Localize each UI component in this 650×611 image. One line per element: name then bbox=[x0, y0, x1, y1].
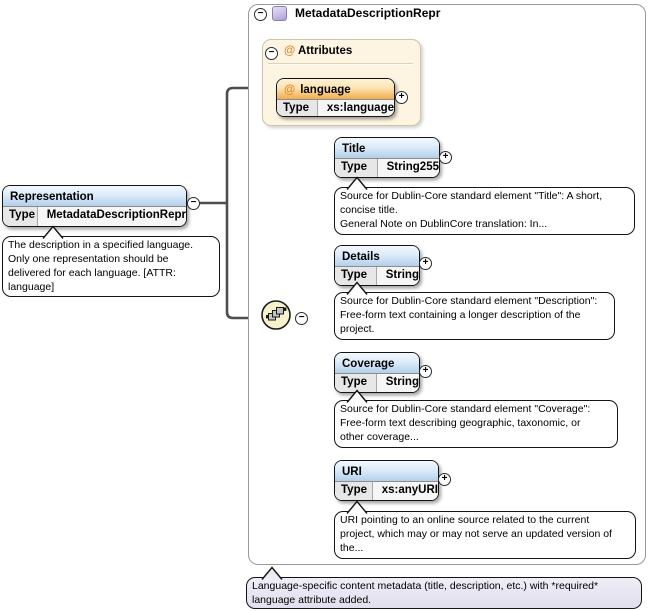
attribute-type-row: Type xs:language bbox=[277, 100, 394, 117]
annotation-text: URI pointing to an online source related… bbox=[335, 512, 635, 558]
collapse-icon[interactable]: − bbox=[254, 8, 267, 21]
type-value: String bbox=[377, 267, 419, 286]
attributes-collapse-icon[interactable]: − bbox=[265, 47, 278, 60]
complex-type-icon bbox=[272, 6, 287, 21]
element-box-title[interactable]: Title Type String255 bbox=[334, 137, 440, 178]
type-label: Type bbox=[3, 207, 38, 227]
expand-glyph: + bbox=[443, 152, 449, 162]
element-type-row: Type xs:anyURI bbox=[335, 482, 438, 501]
annotation-coverage: Source for Dublin-Core standard element … bbox=[334, 400, 618, 448]
callout-pointer bbox=[345, 176, 369, 190]
element-box-details[interactable]: Details Type String bbox=[334, 245, 420, 286]
attribute-at-icon: @ bbox=[284, 45, 295, 57]
annotation-representation: The description in a specified language.… bbox=[2, 236, 220, 297]
expand-icon-details[interactable]: + bbox=[419, 257, 432, 270]
annotation-text: Language-specific content metadata (titl… bbox=[247, 578, 641, 610]
expand-glyph: + bbox=[399, 92, 405, 102]
element-name: Coverage bbox=[342, 358, 394, 370]
type-label: Type bbox=[277, 100, 318, 117]
attributes-header: Attributes bbox=[298, 45, 352, 57]
element-name: URI bbox=[342, 466, 362, 478]
attributes-divider bbox=[268, 63, 413, 65]
element-header: Representation bbox=[3, 186, 186, 207]
element-header: URI bbox=[335, 461, 438, 482]
expand-glyph: + bbox=[423, 258, 429, 268]
complex-type-title: MetadataDescriptionRepr bbox=[295, 6, 440, 20]
collapse-glyph: − bbox=[299, 313, 305, 323]
element-name: Details bbox=[342, 251, 380, 263]
expand-icon-language[interactable]: + bbox=[395, 91, 408, 104]
at-icon: @ bbox=[284, 84, 295, 96]
element-name: Title bbox=[342, 143, 365, 155]
expand-glyph: + bbox=[423, 366, 429, 376]
callout-pointer bbox=[345, 389, 369, 403]
collapse-glyph: − bbox=[191, 198, 197, 208]
annotation-text: Source for Dublin-Core standard element … bbox=[335, 293, 614, 339]
attribute-name: language bbox=[300, 84, 350, 96]
type-label: Type bbox=[335, 482, 373, 501]
element-box-coverage[interactable]: Coverage Type String bbox=[334, 352, 420, 393]
type-value: String255 bbox=[378, 159, 439, 178]
expand-icon-uri[interactable]: + bbox=[438, 473, 451, 486]
callout-pointer bbox=[41, 225, 65, 239]
expand-icon-title[interactable]: + bbox=[439, 151, 452, 164]
element-box-representation[interactable]: Representation Type MetadataDescriptionR… bbox=[2, 185, 187, 227]
annotation-text: The description in a specified language.… bbox=[3, 237, 219, 296]
callout-pointer bbox=[345, 500, 369, 514]
collapse-icon-sequence[interactable]: − bbox=[295, 312, 308, 325]
collapse-glyph: − bbox=[269, 48, 275, 58]
attribute-box-language[interactable]: @ language Type xs:language bbox=[276, 78, 395, 117]
element-name: Representation bbox=[10, 191, 94, 203]
type-value: xs:language bbox=[318, 100, 394, 117]
element-header: Title bbox=[335, 138, 439, 159]
attribute-header: @ language bbox=[277, 79, 394, 100]
annotation-details: Source for Dublin-Core standard element … bbox=[334, 292, 615, 340]
type-value: MetadataDescriptionRepr bbox=[38, 207, 186, 227]
element-header: Coverage bbox=[335, 353, 419, 374]
element-type-row: Type MetadataDescriptionRepr bbox=[3, 207, 186, 227]
annotation-complex-type: Language-specific content metadata (titl… bbox=[246, 577, 642, 609]
annotation-title: Source for Dublin-Core standard element … bbox=[334, 187, 635, 235]
annotation-text: Source for Dublin-Core standard element … bbox=[335, 401, 617, 447]
type-value: String bbox=[377, 374, 419, 393]
expand-icon-coverage[interactable]: + bbox=[419, 365, 432, 378]
callout-pointer bbox=[345, 281, 369, 295]
collapse-icon-representation[interactable]: − bbox=[187, 197, 200, 210]
element-header: Details bbox=[335, 246, 419, 267]
element-box-uri[interactable]: URI Type xs:anyURI bbox=[334, 460, 439, 501]
sequence-compositor-icon[interactable] bbox=[260, 299, 293, 332]
callout-pointer bbox=[260, 566, 284, 580]
collapse-glyph: − bbox=[258, 9, 264, 19]
annotation-text: Source for Dublin-Core standard element … bbox=[335, 188, 634, 234]
expand-glyph: + bbox=[442, 474, 448, 484]
type-value: xs:anyURI bbox=[373, 482, 438, 501]
annotation-uri: URI pointing to an online source related… bbox=[334, 511, 636, 559]
schema-diagram: − MetadataDescriptionRepr − @ Attributes… bbox=[0, 0, 650, 611]
